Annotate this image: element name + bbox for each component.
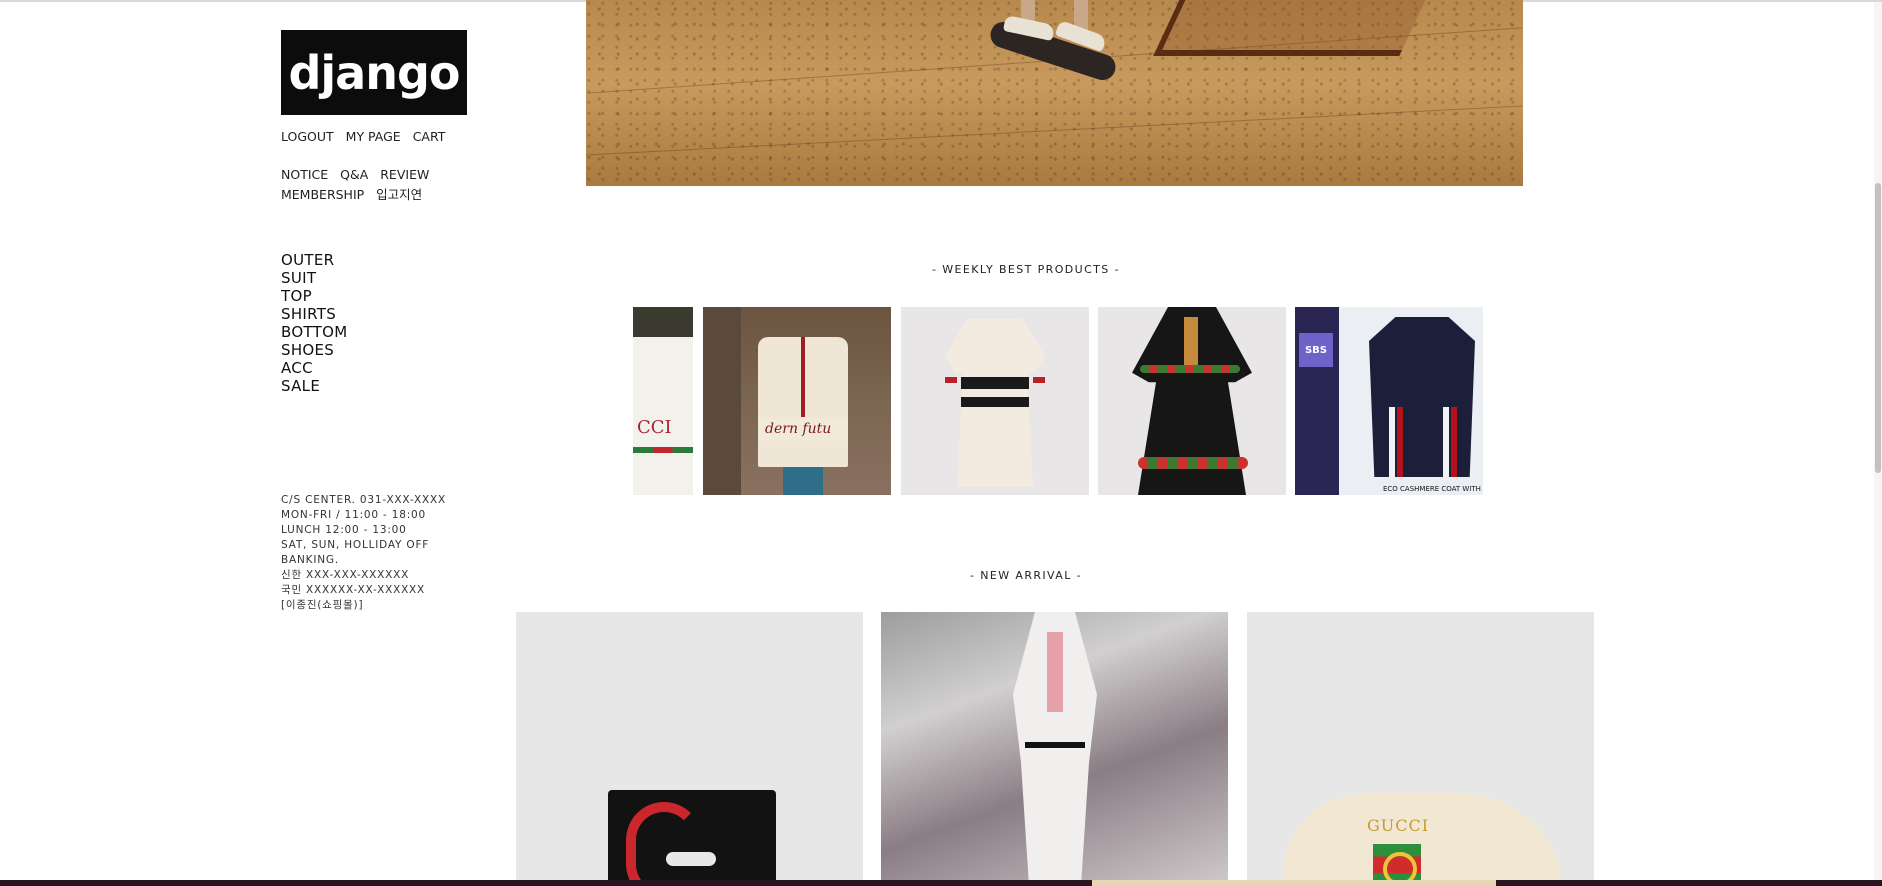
tie xyxy=(1047,632,1063,712)
category-shirts[interactable]: SHIRTS xyxy=(281,305,336,323)
category-acc[interactable]: ACC xyxy=(281,359,313,377)
floral-trim xyxy=(1140,365,1240,373)
weekly-product-coat[interactable]: SBS ECO CASHMERE COAT WITH WEB $ 5.50 xyxy=(1295,307,1483,495)
coat-stripe xyxy=(1451,407,1457,477)
dress-belt xyxy=(961,377,1029,389)
category-item: ACC xyxy=(281,359,501,377)
weekly-best-title: - WEEKLY BEST PRODUCTS - xyxy=(932,263,1120,276)
sbs-logo: SBS xyxy=(1299,333,1333,367)
tshirt-print: CCI xyxy=(637,417,672,438)
bank-account-kookmin: 국민 XXXXXX-XX-XXXXXX xyxy=(281,584,426,596)
coat-stripe xyxy=(1397,407,1403,477)
membership-link[interactable]: MEMBERSHIP xyxy=(281,187,364,202)
cardigan-trim xyxy=(801,337,805,417)
notice-link[interactable]: NOTICE xyxy=(281,167,328,182)
cs-phone: C/S CENTER. 031-XXX-XXXX xyxy=(281,494,446,506)
category-bottom[interactable]: BOTTOM xyxy=(281,323,347,341)
sneaker-image xyxy=(1283,794,1563,886)
floral-trim xyxy=(1138,457,1248,469)
coat-image xyxy=(1369,317,1475,477)
dress-cuff xyxy=(1033,377,1045,383)
category-item: BOTTOM xyxy=(281,323,501,341)
cs-hours: MON-FRI / 11:00 - 18:00 xyxy=(281,509,426,521)
category-item: SHOES xyxy=(281,341,501,359)
weekly-best-carousel[interactable]: CCI dern futu SBS ECO CASHMERE COAT WITH… xyxy=(633,307,1483,495)
cart-link[interactable]: CART xyxy=(413,129,446,144)
arrival-product-wallet[interactable] xyxy=(516,612,863,886)
snake-print xyxy=(626,802,702,886)
snake-print xyxy=(666,852,716,866)
account-links: LOGOUT MY PAGE CART xyxy=(281,127,501,147)
coat-caption: ECO CASHMERE COAT WITH WEB $ 5.50 xyxy=(1383,485,1483,493)
arrival-product-sneaker[interactable]: GUCCI xyxy=(1247,612,1594,886)
arrival-product-runway-suit[interactable] xyxy=(881,612,1228,886)
banking-label: BANKING. xyxy=(281,554,339,566)
qna-link[interactable]: Q&A xyxy=(340,167,368,182)
logout-link[interactable]: LOGOUT xyxy=(281,129,334,144)
coat-stripe xyxy=(1443,407,1449,477)
restock-delay-link[interactable]: 입고지연 xyxy=(376,187,422,202)
weekly-product-cardigan[interactable]: dern futu xyxy=(703,307,891,495)
scrollbar-thumb[interactable] xyxy=(1875,183,1881,473)
board-links: NOTICE Q&A REVIEW xyxy=(281,165,501,185)
review-link[interactable]: REVIEW xyxy=(380,167,429,182)
category-top[interactable]: TOP xyxy=(281,287,312,305)
sneaker-logo: GUCCI xyxy=(1367,816,1430,835)
display-case xyxy=(1153,0,1435,56)
dress-bow xyxy=(1184,317,1198,367)
tree-trunk xyxy=(703,307,741,495)
bottom-strip xyxy=(0,880,1882,886)
dress-cuff xyxy=(945,377,957,383)
weekly-product-cream-dress[interactable] xyxy=(901,307,1089,495)
model-legs xyxy=(783,467,823,495)
category-item: SALE xyxy=(281,377,501,395)
cardigan-script: dern futu xyxy=(765,421,832,437)
weekly-product-tshirt[interactable]: CCI xyxy=(633,307,693,495)
weekly-product-black-dress[interactable] xyxy=(1098,307,1286,495)
belt xyxy=(1025,742,1085,748)
account-holder: [이종진(쇼핑몰)] xyxy=(281,599,364,611)
cs-lunch: LUNCH 12:00 - 13:00 xyxy=(281,524,407,536)
dress-belt xyxy=(961,397,1029,407)
hero-banner-image[interactable] xyxy=(586,0,1523,186)
cs-center-info: C/S CENTER. 031-XXX-XXXX MON-FRI / 11:00… xyxy=(281,493,446,613)
category-sale[interactable]: SALE xyxy=(281,377,320,395)
web-stripe xyxy=(633,447,693,453)
coat-stripe xyxy=(1389,407,1395,477)
floor-line xyxy=(586,105,1523,156)
category-item: SHIRTS xyxy=(281,305,501,323)
category-shoes[interactable]: SHOES xyxy=(281,341,334,359)
category-item: TOP xyxy=(281,287,501,305)
my-page-link[interactable]: MY PAGE xyxy=(346,129,401,144)
bottom-strip-segment xyxy=(1092,880,1496,886)
django-logo[interactable]: django xyxy=(281,30,467,115)
board-links-2: MEMBERSHIP 입고지연 xyxy=(281,185,501,205)
new-arrival-title: - NEW ARRIVAL - xyxy=(969,569,1082,582)
tshirt-image xyxy=(633,337,693,495)
sidebar: django LOGOUT MY PAGE CART NOTICE Q&A RE… xyxy=(281,30,501,613)
cs-holiday: SAT, SUN, HOLLIDAY OFF xyxy=(281,539,430,551)
